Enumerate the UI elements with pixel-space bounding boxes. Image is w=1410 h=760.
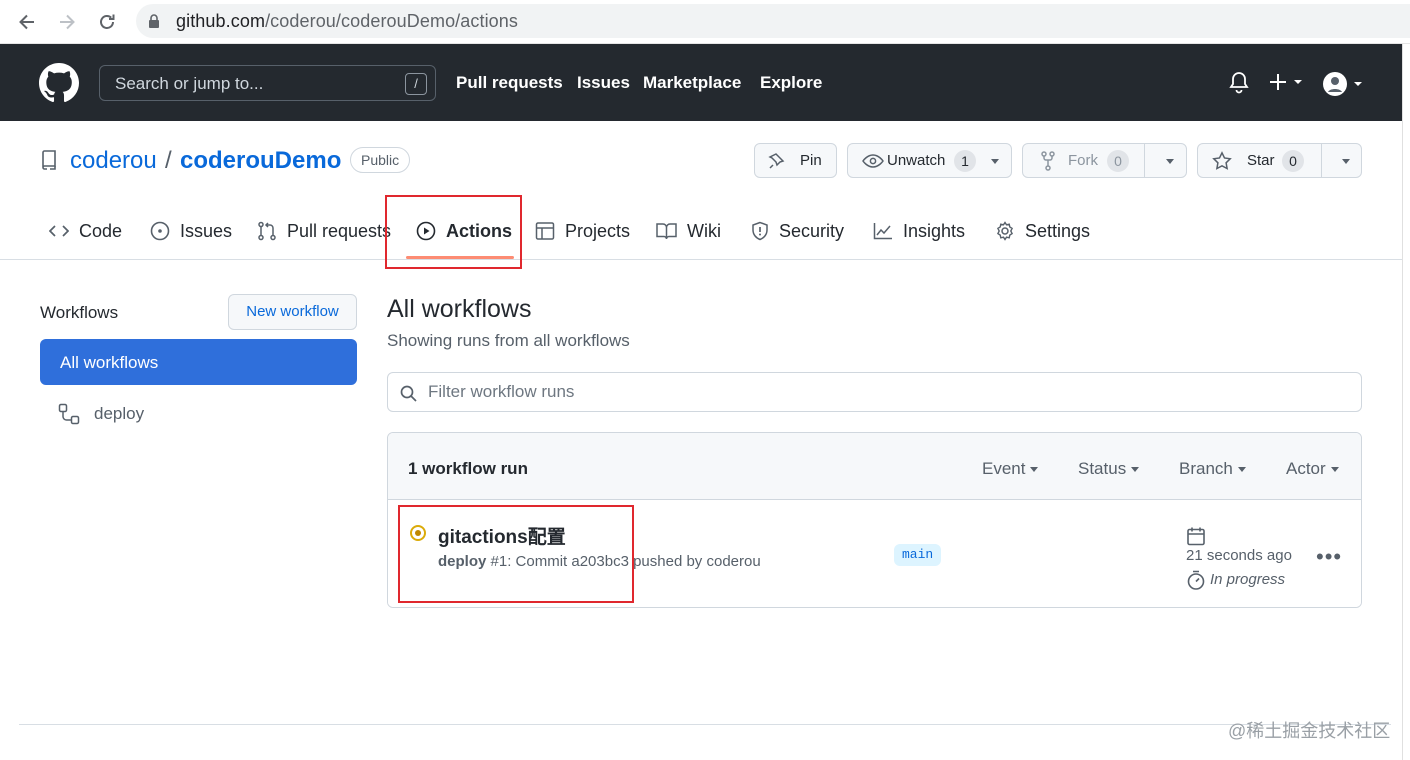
nav-pull-requests[interactable]: Pull requests xyxy=(456,73,563,93)
tab-code[interactable]: Code xyxy=(49,219,122,243)
footer-divider xyxy=(19,724,1391,725)
event-filter-dropdown[interactable]: Event xyxy=(982,459,1039,479)
chevron-down-icon xyxy=(1342,159,1350,164)
play-icon xyxy=(416,221,436,241)
tabs-divider xyxy=(0,259,1410,260)
nav-issues[interactable]: Issues xyxy=(577,73,630,93)
plus-icon xyxy=(1270,74,1302,90)
tab-wiki[interactable]: Wiki xyxy=(656,219,721,243)
user-menu-button[interactable] xyxy=(1322,71,1364,97)
filter-input[interactable] xyxy=(428,379,1328,405)
new-workflow-button[interactable]: New workflow xyxy=(228,294,357,330)
star-button[interactable]: Star 0 xyxy=(1197,143,1362,178)
address-bar[interactable]: github.com/coderou/coderouDemo/actions xyxy=(136,4,1410,38)
page-subtitle: Showing runs from all workflows xyxy=(387,331,630,350)
fork-icon xyxy=(1041,151,1055,171)
search-input[interactable]: Search or jump to... / xyxy=(99,65,436,101)
issue-icon xyxy=(150,221,170,241)
chevron-down-icon xyxy=(1237,466,1246,472)
sidebar-item-all-workflows[interactable]: All workflows xyxy=(40,339,357,385)
book-icon xyxy=(656,223,677,240)
tab-insights[interactable]: Insights xyxy=(873,219,965,243)
repo-separator: / xyxy=(165,147,172,174)
graph-icon xyxy=(873,223,892,240)
tab-settings[interactable]: Settings xyxy=(995,219,1090,243)
search-shortcut-badge: / xyxy=(405,73,427,95)
github-logo-icon[interactable] xyxy=(39,63,79,103)
chevron-down-icon xyxy=(991,159,999,164)
sidebar-item-deploy[interactable]: deploy xyxy=(58,402,144,426)
filter-workflow-runs[interactable] xyxy=(387,372,1362,412)
lock-icon xyxy=(149,14,159,28)
table-row[interactable]: gitactions配置 deploy #1: Commit a203bc3 p… xyxy=(388,500,1361,607)
watch-button[interactable]: Unwatch 1 xyxy=(847,143,1012,178)
avatar xyxy=(1323,72,1362,96)
arrow-right-icon xyxy=(60,14,75,30)
watermark: @稀土掘金技术社区 xyxy=(1228,721,1391,741)
create-new-button[interactable] xyxy=(1269,72,1305,92)
repo-icon xyxy=(41,150,57,170)
tab-actions[interactable]: Actions xyxy=(416,219,512,243)
pull-request-icon xyxy=(258,221,276,241)
calendar-icon xyxy=(1187,527,1205,546)
status-filter-dropdown[interactable]: Status xyxy=(1078,459,1140,479)
tab-projects[interactable]: Projects xyxy=(535,219,630,243)
code-icon xyxy=(49,225,69,237)
bell-icon[interactable] xyxy=(1228,70,1250,94)
in-progress-status-icon xyxy=(410,525,426,541)
repo-name-link[interactable]: coderouDemo xyxy=(180,147,341,175)
page-title: All workflows xyxy=(387,295,532,323)
reload-button[interactable] xyxy=(94,9,120,35)
pin-button[interactable]: Pin xyxy=(754,143,837,178)
chevron-down-icon xyxy=(1166,159,1174,164)
chevron-down-icon xyxy=(1330,466,1339,472)
chevron-down-icon xyxy=(1030,466,1039,472)
tab-security[interactable]: Security xyxy=(751,219,844,243)
tab-issues[interactable]: Issues xyxy=(150,219,232,243)
sidebar-title: Workflows xyxy=(40,303,119,322)
workflow-runs-table: 1 workflow run Event Status Branch Actor… xyxy=(387,432,1362,608)
fork-button[interactable]: Fork 0 xyxy=(1022,143,1187,178)
run-time: 21 seconds ago xyxy=(1186,547,1292,564)
nav-explore[interactable]: Explore xyxy=(760,73,822,93)
stopwatch-icon xyxy=(1187,570,1205,590)
runs-table-header: 1 workflow run Event Status Branch Actor xyxy=(388,433,1361,500)
window-edge xyxy=(1402,44,1410,760)
reload-icon xyxy=(100,14,115,29)
nav-marketplace[interactable]: Marketplace xyxy=(643,73,741,93)
workflow-icon xyxy=(58,403,80,425)
eye-icon xyxy=(862,154,884,168)
shield-icon xyxy=(752,221,768,241)
actor-filter-dropdown[interactable]: Actor xyxy=(1286,459,1339,479)
browser-toolbar: github.com/coderou/coderouDemo/actions xyxy=(0,0,1410,44)
table-icon xyxy=(535,222,555,240)
back-button[interactable] xyxy=(14,9,40,35)
tab-pull-requests[interactable]: Pull requests xyxy=(257,219,391,243)
kebab-menu-icon[interactable]: ••• xyxy=(1316,544,1342,570)
watch-count: 1 xyxy=(954,150,976,172)
search-icon xyxy=(400,385,417,402)
run-meta: deploy #1: Commit a203bc3 pushed by code… xyxy=(438,553,761,570)
chevron-down-icon xyxy=(1131,466,1140,472)
star-icon xyxy=(1212,151,1232,170)
repo-owner-link[interactable]: coderou xyxy=(70,147,157,175)
runs-count: 1 workflow run xyxy=(408,459,528,478)
url-text: github.com/coderou/coderouDemo/actions xyxy=(176,11,519,31)
fork-count: 0 xyxy=(1107,150,1129,172)
run-title-link[interactable]: gitactions配置 xyxy=(438,522,566,549)
branch-filter-dropdown[interactable]: Branch xyxy=(1179,459,1246,479)
gear-icon xyxy=(996,221,1014,241)
branch-label[interactable]: main xyxy=(894,544,942,566)
visibility-badge: Public xyxy=(350,147,411,173)
run-status-text: In progress xyxy=(1210,571,1286,588)
star-count: 0 xyxy=(1282,150,1304,172)
github-header: Search or jump to... / Pull requests Iss… xyxy=(0,44,1410,121)
forward-button[interactable] xyxy=(54,9,80,35)
pin-icon xyxy=(768,153,785,169)
arrow-left-icon xyxy=(19,14,34,30)
